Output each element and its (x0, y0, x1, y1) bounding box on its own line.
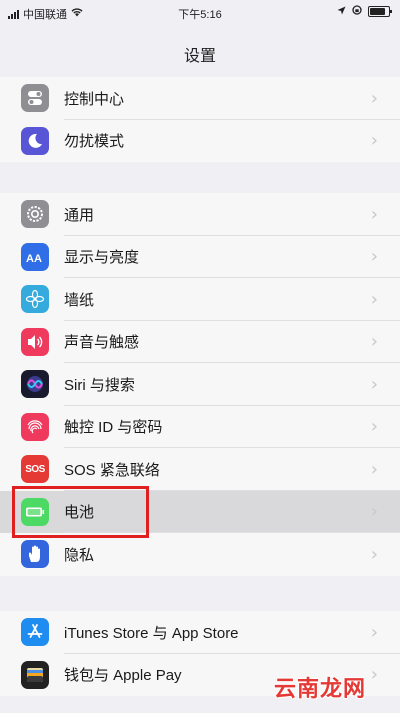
chevron-right-icon: › (370, 621, 378, 643)
chevron-right-icon: › (370, 501, 378, 523)
fingerprint-icon (21, 412, 49, 441)
battery-status-icon (368, 6, 392, 17)
svg-text:AA: AA (26, 253, 42, 264)
settings-group-1: 控制中心 › 勿扰模式 › (0, 77, 400, 162)
status-bar: 中国联通 下午5:16 (0, 0, 400, 24)
chevron-right-icon: › (370, 331, 378, 353)
settings-row-wallpaper[interactable]: 墙纸 › (0, 278, 400, 321)
hand-icon (21, 540, 49, 569)
chevron-right-icon: › (370, 664, 378, 686)
settings-row-do-not-disturb[interactable]: 勿扰模式 › (0, 120, 400, 163)
location-icon (337, 6, 346, 18)
settings-row-label: SOS 紧急联络 (64, 461, 160, 479)
settings-row-privacy[interactable]: 隐私 › (0, 533, 400, 576)
settings-row-label: 控制中心 (64, 90, 125, 108)
settings-row-control-center[interactable]: 控制中心 › (0, 77, 400, 120)
chevron-right-icon: › (370, 288, 378, 310)
chevron-right-icon: › (370, 416, 378, 438)
control-center-icon (21, 84, 49, 113)
settings-row-general[interactable]: 通用 › (0, 193, 400, 236)
settings-row-label: 显示与亮度 (64, 249, 140, 267)
sos-icon: SOS (21, 455, 49, 484)
chevron-right-icon: › (370, 130, 378, 152)
chevron-right-icon: › (370, 373, 378, 395)
moon-icon (21, 126, 49, 155)
watermark: 云南龙网 (273, 676, 366, 701)
settings-row-label: Siri 与搜索 (64, 376, 135, 394)
settings-row-label: iTunes Store 与 App Store (64, 624, 239, 642)
page-title: 设置 (183, 48, 216, 65)
settings-row-label: 触控 ID 与密码 (64, 419, 163, 437)
settings-row-sounds[interactable]: 声音与触感 › (0, 321, 400, 364)
settings-row-siri-search[interactable]: Siri 与搜索 › (0, 363, 400, 406)
settings-row-label: 钱包与 Apple Pay (64, 667, 182, 685)
settings-row-label: 声音与触感 (64, 334, 140, 352)
siri-icon (21, 370, 49, 399)
settings-row-itunes-app-store[interactable]: iTunes Store 与 App Store › (0, 611, 400, 654)
wallpaper-flower-icon (21, 285, 49, 314)
settings-row-emergency-sos[interactable]: SOS SOS 紧急联络 › (0, 448, 400, 491)
chevron-right-icon: › (370, 246, 378, 268)
chevron-right-icon: › (370, 458, 378, 480)
highlight-annotation-box (12, 486, 149, 538)
chevron-right-icon: › (370, 87, 378, 109)
rotation-lock-icon (352, 5, 362, 18)
settings-row-label: 勿扰模式 (64, 133, 125, 151)
chevron-right-icon: › (370, 543, 378, 565)
settings-row-display-brightness[interactable]: AA 显示与亮度 › (0, 236, 400, 279)
gear-icon (21, 200, 49, 229)
text-size-icon: AA (21, 242, 49, 271)
sos-icon-label: SOS (25, 463, 45, 475)
app-store-icon (21, 618, 49, 647)
settings-row-label: 通用 (64, 206, 95, 224)
settings-row-label: 隐私 (64, 546, 95, 564)
wallet-icon (21, 660, 49, 689)
chevron-right-icon: › (370, 203, 378, 225)
settings-row-touch-id[interactable]: 触控 ID 与密码 › (0, 406, 400, 449)
speaker-icon (21, 327, 49, 356)
settings-row-label: 墙纸 (64, 291, 95, 309)
